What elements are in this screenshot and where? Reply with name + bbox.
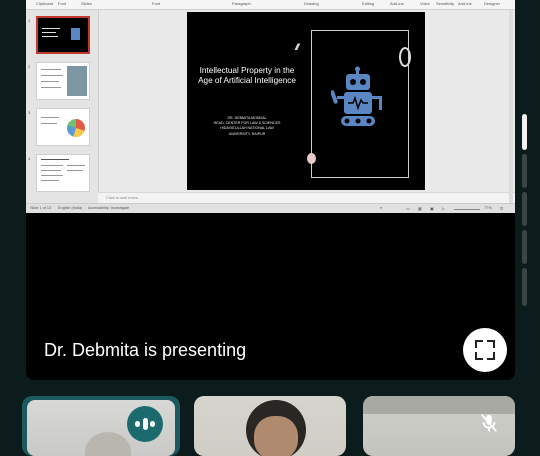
notes-toggle-icon[interactable]: ≡	[380, 206, 382, 210]
slide-title: Intellectual Property in the Age of Arti…	[198, 66, 296, 85]
ribbon-group-font-size[interactable]: Font	[58, 1, 66, 6]
slide-number-3: 3	[28, 110, 31, 115]
status-language[interactable]: English (India)	[58, 206, 82, 210]
ribbon-group-designer[interactable]: Designer	[484, 1, 500, 6]
author-line-4: UNIVERSITY, RAIPUR	[228, 131, 266, 136]
ribbon-group-voice[interactable]: Voice	[420, 1, 430, 6]
slide-number-1: 1	[28, 18, 31, 23]
slide-author: DR. DEBMITA MONDAL HEAD, CENTER FOR LAW …	[197, 116, 297, 137]
ribbon-group-clipboard[interactable]: Clipboard	[36, 1, 53, 6]
powerpoint-window: Clipboard Font Slides Font Paragraph Dra…	[26, 0, 515, 213]
speaking-indicator	[127, 406, 163, 442]
participant-tile-3[interactable]	[363, 396, 515, 456]
ribbon-group-slides[interactable]: Slides	[81, 1, 92, 6]
participant-tile-active-speaker[interactable]	[22, 396, 180, 456]
participant-face-2	[254, 416, 298, 456]
ribbon-group-addins-2[interactable]: Add-ins	[458, 1, 472, 6]
zoom-level[interactable]: 77%	[484, 206, 492, 210]
notes-placeholder: Click to add notes	[106, 195, 138, 200]
slide-thumbnail-2[interactable]	[36, 62, 90, 100]
slide-number-2: 2	[28, 64, 31, 69]
ribbon-group-drawing[interactable]: Drawing	[304, 1, 319, 6]
current-slide[interactable]: ///// Intellectual Property in the Age o…	[187, 12, 425, 190]
ribbon-group-editing[interactable]: Editing	[362, 1, 374, 6]
slide-thumbnail-panel: 1 2 3 4	[26, 10, 99, 203]
reading-view-icon[interactable]: ▣	[430, 206, 434, 211]
slide-number-4: 4	[28, 156, 31, 161]
shared-screen: Clipboard Font Slides Font Paragraph Dra…	[26, 0, 515, 380]
robot-icon	[331, 66, 382, 126]
status-slide-count: Slide 1 of 13	[30, 206, 52, 210]
zoom-slider[interactable]	[454, 209, 480, 210]
status-bar: Slide 1 of 13 English (India) Accessibil…	[26, 203, 515, 213]
slideshow-icon[interactable]: ▷	[442, 206, 445, 211]
mic-muted-icon	[480, 414, 498, 432]
status-accessibility[interactable]: Accessibility: Investigate	[88, 206, 129, 210]
slide-thumbnail-1[interactable]	[36, 16, 90, 54]
normal-view-icon[interactable]: ▭	[406, 206, 410, 211]
page-indicator-4[interactable]	[522, 230, 527, 264]
ribbon-group-font[interactable]: Font	[152, 1, 160, 6]
ribbon: Clipboard Font Slides Font Paragraph Dra…	[26, 0, 515, 10]
ribbon-group-sensitivity[interactable]: Sensitivity	[436, 1, 454, 6]
ribbon-group-addins[interactable]: Add-ins	[390, 1, 404, 6]
slide-scrollbar[interactable]	[509, 10, 513, 203]
ribbon-group-paragraph[interactable]: Paragraph	[232, 1, 251, 6]
participant-tile-2[interactable]	[194, 396, 346, 456]
ring-decoration	[399, 47, 411, 67]
page-indicator-1[interactable]	[522, 114, 527, 150]
slide-thumbnail-4[interactable]	[36, 154, 90, 192]
fit-to-window-icon[interactable]: ⊡	[500, 206, 503, 211]
dot-decoration	[307, 153, 316, 164]
page-indicator-5[interactable]	[522, 268, 527, 306]
sorter-view-icon[interactable]: ▦	[418, 206, 422, 211]
slide-thumbnail-3[interactable]	[36, 108, 90, 146]
fullscreen-button[interactable]	[463, 328, 507, 372]
page-indicator-2[interactable]	[522, 154, 527, 188]
hatch-decoration: /////	[295, 42, 299, 52]
page-indicator-3[interactable]	[522, 192, 527, 226]
presenter-label: Dr. Debmita is presenting	[44, 340, 247, 360]
